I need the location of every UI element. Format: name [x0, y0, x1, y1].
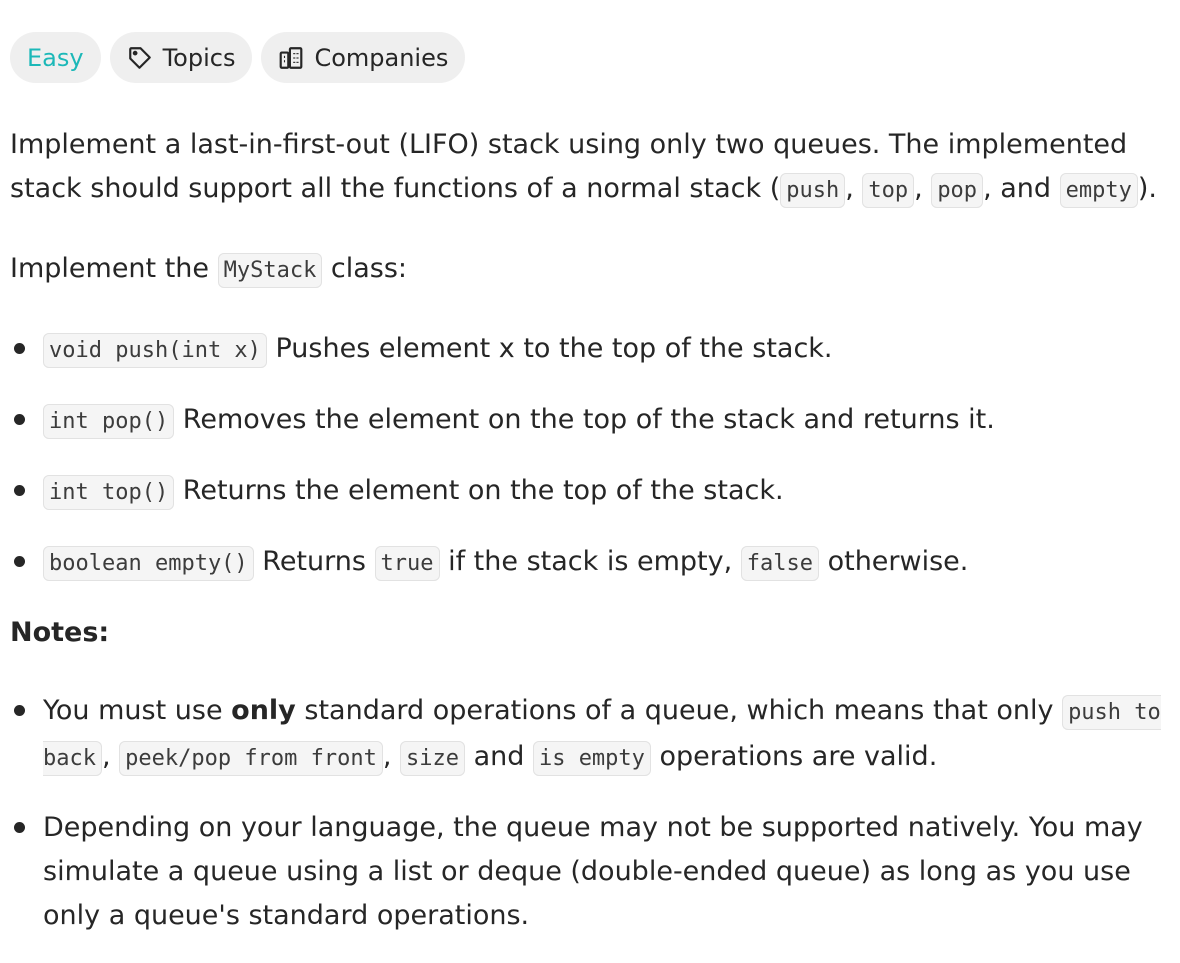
list-item: int top() Returns the element on the top… [10, 469, 1170, 515]
companies-button[interactable]: Companies [261, 32, 466, 83]
code-method-top: int top() [43, 475, 175, 510]
method-desc: Removes the element on the top of the st… [174, 404, 995, 435]
code-mystack: MyStack [217, 253, 323, 288]
code-size: size [400, 741, 465, 776]
intro-sep: , and [983, 173, 1060, 204]
notes-heading: Notes: [10, 617, 110, 648]
problem-description: Easy Topics Companies Implement a last-i… [10, 32, 1170, 963]
code-pop: pop [931, 173, 984, 208]
tag-icon [127, 45, 153, 71]
note-emphasis: only [231, 695, 296, 726]
intro-paragraph: Implement a last-in-first-out (LIFO) sta… [10, 123, 1170, 213]
method-list: void push(int x) Pushes element x to the… [10, 327, 1170, 586]
note-sep: and [464, 741, 533, 772]
code-empty: empty [1059, 173, 1138, 208]
bullet [14, 414, 25, 425]
note-sep: , [101, 741, 120, 772]
intro-sep: , [914, 173, 932, 204]
tag-row: Easy Topics Companies [10, 32, 1170, 83]
difficulty-label: Easy [27, 43, 84, 72]
notes-list: You must use only standard operations of… [10, 689, 1170, 938]
code-push: push [780, 173, 846, 208]
code-peek-pop: peek/pop from front [119, 741, 383, 776]
code-false: false [740, 546, 819, 581]
code-method-empty: boolean empty() [43, 546, 254, 581]
code-true: true [374, 546, 440, 581]
building-icon [278, 45, 304, 71]
note-text: standard operations of a queue, which me… [295, 695, 1063, 726]
bullet [14, 556, 25, 567]
bullet [14, 822, 25, 833]
list-item: You must use only standard operations of… [10, 689, 1170, 781]
note-text: Depending on your language, the queue ma… [43, 812, 1143, 931]
note-sep: , [382, 741, 400, 772]
bullet [14, 485, 25, 496]
list-item: int pop() Removes the element on the top… [10, 398, 1170, 444]
intro-end: ). [1137, 173, 1157, 204]
bullet [14, 343, 25, 354]
topics-label: Topics [162, 43, 236, 72]
note-text: operations are valid. [650, 741, 938, 772]
bullet [14, 705, 25, 716]
method-desc: Returns the element on the top of the st… [174, 475, 784, 506]
note-text: You must use [43, 695, 232, 726]
code-is-empty: is empty [532, 741, 651, 776]
method-desc: if the stack is empty, [439, 546, 741, 577]
method-desc: Pushes element x to the top of the stack… [266, 333, 833, 364]
implement-text: Implement the [10, 253, 218, 284]
list-item: boolean empty() Returns true if the stac… [10, 540, 1170, 586]
code-method-push: void push(int x) [43, 333, 267, 368]
implement-text-end: class: [322, 253, 408, 284]
topics-button[interactable]: Topics [109, 32, 253, 83]
code-method-pop: int pop() [43, 404, 175, 439]
code-top: top [862, 173, 915, 208]
implement-paragraph: Implement the MyStack class: [10, 247, 1170, 293]
list-item: Depending on your language, the queue ma… [10, 806, 1170, 938]
intro-sep: , [845, 173, 863, 204]
method-desc: otherwise. [819, 546, 969, 577]
method-desc: Returns [253, 546, 375, 577]
list-item: void push(int x) Pushes element x to the… [10, 327, 1170, 373]
difficulty-badge[interactable]: Easy [10, 32, 101, 83]
companies-label: Companies [314, 43, 449, 72]
